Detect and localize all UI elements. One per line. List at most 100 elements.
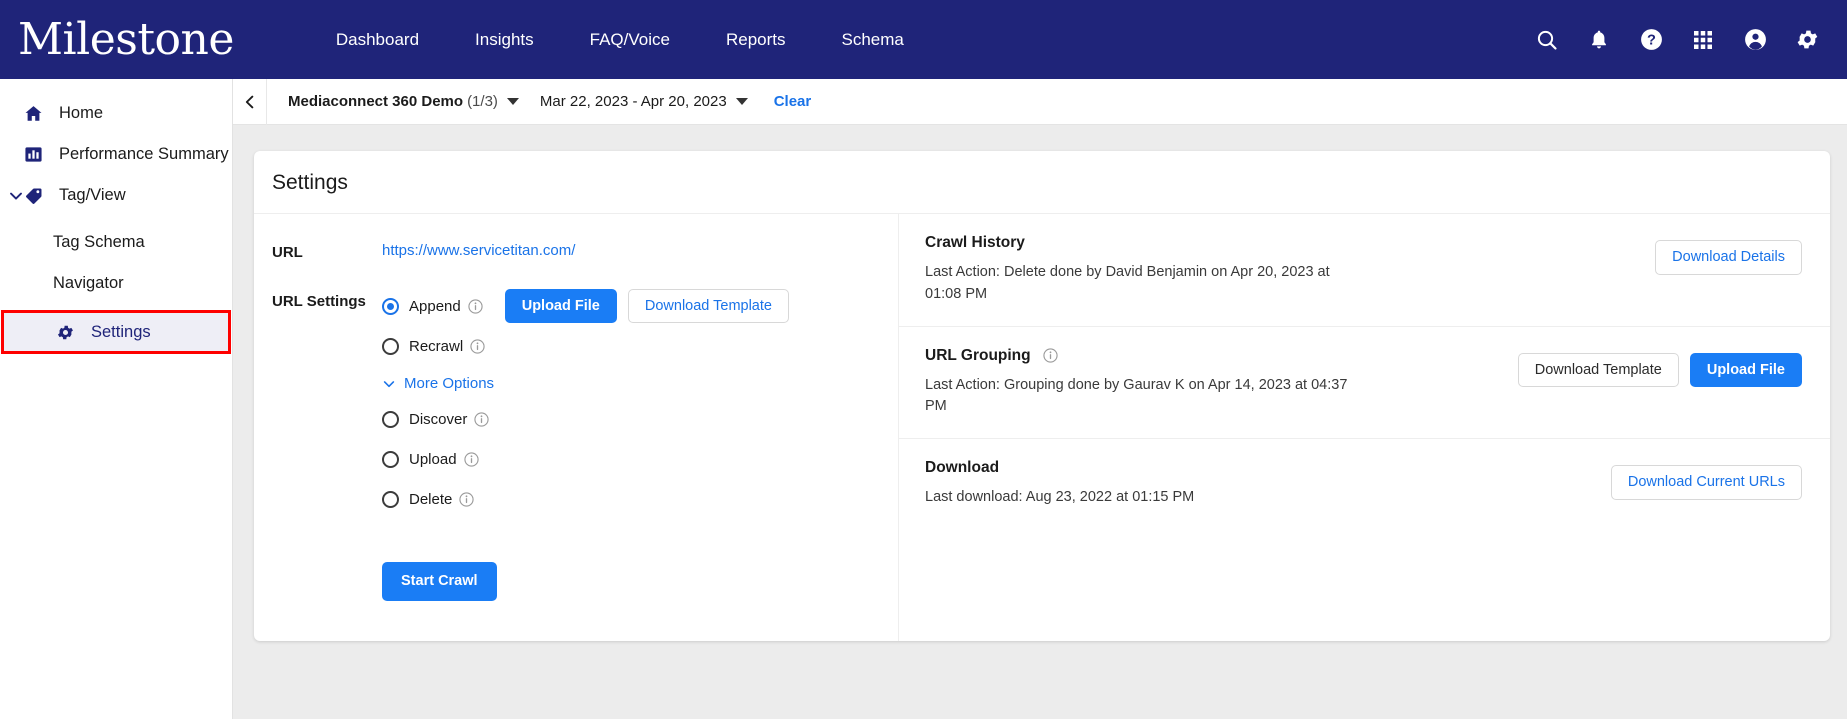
download-current-urls-button[interactable]: Download Current URLs — [1610, 465, 1802, 500]
tag-icon — [24, 186, 50, 205]
radio-append[interactable] — [382, 297, 399, 315]
sidebar-item-tag-schema[interactable]: Tag Schema — [0, 222, 232, 263]
download-details-button[interactable]: Download Details — [1655, 240, 1802, 275]
sidebar-item-label: Navigator — [53, 274, 124, 292]
info-icon[interactable] — [468, 298, 483, 314]
sidebar-item-home[interactable]: Home — [0, 93, 232, 134]
home-icon — [24, 104, 50, 123]
gear-icon — [56, 323, 82, 342]
start-crawl-wrapper: Start Crawl — [382, 562, 789, 601]
sidebar-item-performance-summary[interactable]: Performance Summary — [0, 134, 232, 175]
main-content: Mediaconnect 360 Demo (1/3) Mar 22, 2023… — [233, 78, 1847, 719]
option-label: Append — [409, 297, 461, 315]
url-link[interactable]: https://www.servicetitan.com/ — [382, 242, 575, 261]
settings-card-columns: URL https://www.servicetitan.com/ URL Se… — [254, 214, 1830, 641]
radio-recrawl[interactable] — [382, 337, 399, 355]
filter-bar: Mediaconnect 360 Demo (1/3) Mar 22, 2023… — [233, 78, 1847, 125]
crawl-history-actions: Download Details — [1655, 234, 1802, 275]
url-grouping-section: URL Grouping Last Action: Grouping done … — [899, 327, 1830, 439]
top-navigation-bar: Milestone Dashboard Insights FAQ/Voice R… — [0, 0, 1847, 79]
settings-left-column: URL https://www.servicetitan.com/ URL Se… — [254, 214, 899, 641]
nav-link-schema[interactable]: Schema — [814, 30, 932, 50]
search-icon[interactable] — [1533, 26, 1561, 54]
more-options-label: More Options — [404, 375, 495, 392]
download-template-button[interactable]: Download Template — [627, 288, 789, 324]
project-count: (1/3) — [467, 93, 498, 110]
sidebar-item-settings[interactable]: Settings — [1, 310, 231, 354]
more-options-toggle[interactable]: More Options — [382, 375, 789, 392]
bell-icon[interactable] — [1585, 26, 1613, 54]
chevron-down-icon — [735, 98, 748, 105]
nav-link-dashboard[interactable]: Dashboard — [308, 30, 447, 50]
option-label: Discover — [409, 410, 468, 428]
page-body: Home Performance Summary Tag/View Tag Sc — [0, 78, 1847, 719]
date-range-selector[interactable]: Mar 22, 2023 - Apr 20, 2023 — [540, 93, 748, 110]
download-section: Download Last download: Aug 23, 2022 at … — [899, 439, 1830, 529]
nav-link-insights[interactable]: Insights — [447, 30, 562, 50]
download-title: Download — [925, 459, 1591, 477]
option-upload[interactable]: Upload — [382, 444, 789, 474]
milestone-logo[interactable]: Milestone — [18, 17, 234, 62]
date-range-label: Mar 22, 2023 - Apr 20, 2023 — [539, 93, 727, 110]
info-icon[interactable] — [474, 411, 489, 427]
info-icon[interactable] — [463, 451, 479, 467]
settings-right-column: Crawl History Last Action: Delete done b… — [899, 214, 1830, 641]
option-discover[interactable]: Discover — [382, 404, 789, 434]
section-title-label: Download — [925, 459, 1000, 476]
clear-filters-button[interactable]: Clear — [774, 93, 812, 110]
option-recrawl[interactable]: Recrawl — [382, 331, 789, 361]
crawl-history-text: Crawl History Last Action: Delete done b… — [925, 234, 1655, 306]
info-icon[interactable] — [1043, 348, 1058, 363]
sidebar-item-tag-view[interactable]: Tag/View — [0, 175, 232, 216]
page-title: Settings — [272, 171, 348, 194]
url-grouping-upload-file-button[interactable]: Upload File — [1689, 352, 1802, 387]
option-label: Delete — [409, 490, 453, 508]
section-title-label: URL Grouping — [925, 346, 1031, 364]
upload-file-button[interactable]: Upload File — [504, 288, 617, 324]
bar-chart-icon — [24, 145, 50, 164]
url-row: URL https://www.servicetitan.com/ — [272, 242, 898, 261]
radio-upload[interactable] — [382, 450, 399, 468]
sidebar-item-label: Performance Summary — [59, 145, 229, 163]
url-grouping-download-template-button[interactable]: Download Template — [1517, 352, 1679, 387]
primary-nav-links: Dashboard Insights FAQ/Voice Reports Sch… — [308, 30, 932, 50]
chevron-left-icon[interactable] — [233, 78, 267, 125]
option-delete[interactable]: Delete — [382, 484, 789, 514]
settings-card: Settings URL https://www.servicetitan.co… — [254, 151, 1830, 641]
download-text: Download Last download: Aug 23, 2022 at … — [925, 459, 1611, 509]
info-icon[interactable] — [470, 338, 485, 354]
option-label: Upload — [409, 450, 457, 468]
apps-grid-icon[interactable] — [1689, 26, 1717, 54]
url-grouping-actions: Download Template Upload File — [1517, 347, 1802, 387]
sidebar-item-navigator[interactable]: Navigator — [0, 263, 232, 304]
project-name: Mediaconnect 360 Demo — [288, 93, 464, 110]
crawl-history-title: Crawl History — [925, 234, 1635, 252]
radio-discover[interactable] — [382, 410, 399, 428]
option-append[interactable]: Append Upload File Download Template — [382, 288, 789, 324]
app-root: Milestone Dashboard Insights FAQ/Voice R… — [0, 0, 1847, 719]
url-grouping-title: URL Grouping — [925, 347, 1498, 365]
radio-delete[interactable] — [382, 490, 399, 508]
download-actions: Download Current URLs — [1610, 459, 1802, 500]
svg-text:?: ? — [1647, 33, 1656, 49]
start-crawl-button[interactable]: Start Crawl — [382, 562, 497, 601]
download-last-download: Last download: Aug 23, 2022 at 01:15 PM — [925, 489, 1195, 505]
nav-link-reports[interactable]: Reports — [698, 30, 814, 50]
option-label: Recrawl — [409, 337, 464, 355]
project-selector[interactable]: Mediaconnect 360 Demo (1/3) — [288, 93, 519, 110]
info-icon[interactable] — [459, 491, 474, 507]
nav-icon-group: ? — [1533, 26, 1847, 54]
nav-link-faq-voice[interactable]: FAQ/Voice — [562, 30, 698, 50]
sidebar-item-label: Tag/View — [59, 186, 126, 204]
help-icon[interactable]: ? — [1637, 26, 1665, 54]
url-settings-label: URL Settings — [272, 293, 366, 310]
chevron-down-icon — [506, 98, 519, 105]
sidebar-item-label: Settings — [91, 322, 151, 341]
account-icon[interactable] — [1741, 26, 1769, 54]
gear-icon[interactable] — [1793, 26, 1821, 54]
chevron-down-icon[interactable] — [8, 188, 24, 204]
sidebar-item-label: Tag Schema — [53, 233, 145, 251]
sidebar: Home Performance Summary Tag/View Tag Sc — [0, 79, 233, 719]
url-grouping-last-action: Last Action: Grouping done by Gaurav K o… — [925, 376, 1348, 415]
crawl-history-last-action: Last Action: Delete done by David Benjam… — [925, 264, 1330, 302]
